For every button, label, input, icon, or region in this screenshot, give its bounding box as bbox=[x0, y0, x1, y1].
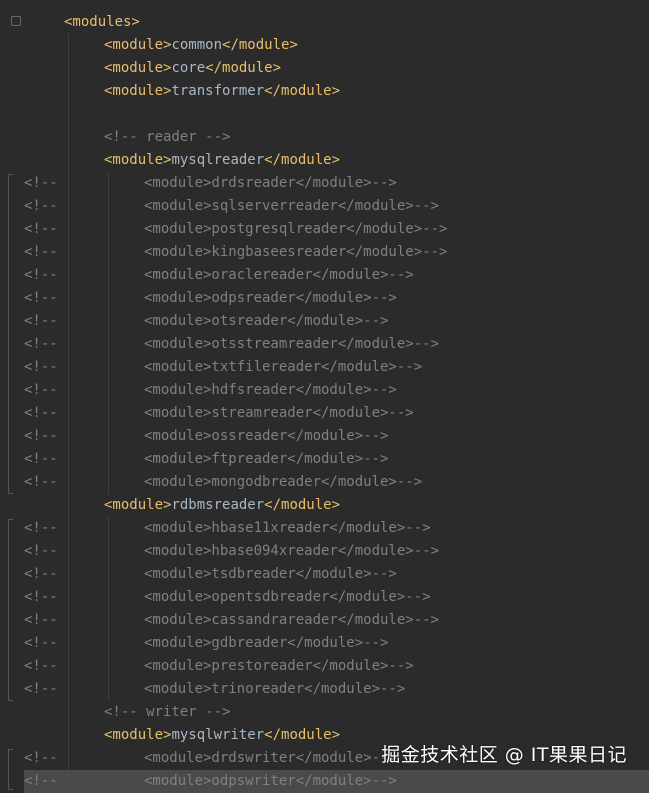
line-comment-prefix: <!-- bbox=[24, 359, 58, 375]
xml-close-tag: </module> bbox=[264, 83, 341, 99]
commented-module: <module>prestoreader</module>--> bbox=[144, 658, 414, 674]
line-comment-prefix: <!-- bbox=[24, 658, 58, 674]
commented-module: <module>drdswriter</module>--> bbox=[144, 750, 397, 766]
fold-bracket-icon[interactable] bbox=[8, 519, 13, 701]
commented-module: <module>trinoreader</module>--> bbox=[144, 681, 406, 697]
commented-module: <module>ftpreader</module>--> bbox=[144, 451, 389, 467]
editor-gutter bbox=[0, 0, 24, 790]
line-comment-prefix: <!-- bbox=[24, 566, 58, 582]
line-comment-prefix: <!-- bbox=[24, 428, 58, 444]
indent-guide bbox=[108, 172, 109, 494]
module-name: mysqlreader bbox=[171, 152, 265, 168]
xml-close-tag: </module> bbox=[264, 727, 341, 743]
module-name: rdbmsreader bbox=[171, 497, 265, 513]
commented-module: <module>kingbaseesreader</module>--> bbox=[144, 244, 448, 260]
xml-open-tag: <module> bbox=[104, 152, 172, 168]
commented-module: <module>hdfsreader</module>--> bbox=[144, 382, 397, 398]
xml-comment: <!-- writer --> bbox=[104, 704, 231, 720]
commented-module: <module>hbase094xreader</module>--> bbox=[144, 543, 440, 559]
xml-close-tag: </module> bbox=[264, 497, 341, 513]
line-comment-prefix: <!-- bbox=[24, 290, 58, 306]
commented-module: <module>streamreader</module>--> bbox=[144, 405, 414, 421]
line-comment-prefix: <!-- bbox=[24, 451, 58, 467]
xml-comment: <!-- reader --> bbox=[104, 129, 231, 145]
line-comment-prefix: <!-- bbox=[24, 175, 58, 191]
commented-module: <module>hbase11xreader</module>--> bbox=[144, 520, 431, 536]
line-comment-prefix: <!-- bbox=[24, 612, 58, 628]
fold-bracket-icon[interactable] bbox=[8, 749, 13, 790]
xml-open-tag: <module> bbox=[104, 83, 172, 99]
line-comment-prefix: <!-- bbox=[24, 681, 58, 697]
commented-module: <module>cassandrareader</module>--> bbox=[144, 612, 440, 628]
xml-open-tag: <module> bbox=[104, 727, 172, 743]
line-comment-prefix: <!-- bbox=[24, 773, 58, 789]
commented-module: <module>mongodbreader</module>--> bbox=[144, 474, 423, 490]
line-comment-prefix: <!-- bbox=[24, 221, 58, 237]
line-comment-prefix: <!-- bbox=[24, 589, 58, 605]
fold-bracket-icon[interactable] bbox=[8, 174, 13, 494]
xml-open-tag: <module> bbox=[104, 60, 172, 76]
line-comment-prefix: <!-- bbox=[24, 405, 58, 421]
commented-module: <module>otsreader</module>--> bbox=[144, 313, 389, 329]
commented-module: <module>opentsdbreader</module>--> bbox=[144, 589, 431, 605]
xml-open-tag: <module> bbox=[104, 497, 172, 513]
module-name: transformer bbox=[171, 83, 265, 99]
xml-close-tag: </module> bbox=[222, 37, 298, 53]
code-editor[interactable]: <modules> <module>common</module> <module>… bbox=[0, 0, 649, 793]
line-comment-prefix: <!-- bbox=[24, 750, 58, 766]
indent-guide bbox=[108, 517, 109, 701]
line-comment-prefix: <!-- bbox=[24, 474, 58, 490]
fold-toggle-icon[interactable] bbox=[11, 16, 21, 26]
module-name: core bbox=[171, 60, 206, 76]
commented-module: <module>postgresqlreader</module>--> bbox=[144, 221, 448, 237]
indent-guide bbox=[68, 34, 69, 788]
watermark-text: 掘金技术社区 @ IT果果日记 bbox=[381, 744, 627, 766]
xml-open-tag: <modules> bbox=[64, 14, 140, 30]
line-comment-prefix: <!-- bbox=[24, 267, 58, 283]
commented-module: <module>ossreader</module>--> bbox=[144, 428, 389, 444]
commented-module: <module>odpsreader</module>--> bbox=[144, 290, 397, 306]
module-name: mysqlwriter bbox=[171, 727, 265, 743]
commented-module: <module>odpswriter</module>--> bbox=[144, 773, 397, 789]
commented-module: <module>drdsreader</module>--> bbox=[144, 175, 397, 191]
line-comment-prefix: <!-- bbox=[24, 313, 58, 329]
line-comment-prefix: <!-- bbox=[24, 543, 58, 559]
xml-close-tag: </module> bbox=[264, 152, 341, 168]
commented-module: <module>oraclereader</module>--> bbox=[144, 267, 414, 283]
line-comment-prefix: <!-- bbox=[24, 244, 58, 260]
commented-module: <module>tsdbreader</module>--> bbox=[144, 566, 397, 582]
module-name: common bbox=[171, 37, 223, 53]
xml-open-tag: <module> bbox=[104, 37, 172, 53]
line-comment-prefix: <!-- bbox=[24, 198, 58, 214]
line-comment-prefix: <!-- bbox=[24, 336, 58, 352]
code-line[interactable]: <!-- <module>odpswriter</module>--> bbox=[24, 770, 649, 793]
commented-module: <module>otsstreamreader</module>--> bbox=[144, 336, 440, 352]
xml-close-tag: </module> bbox=[205, 60, 282, 76]
commented-module: <module>sqlserverreader</module>--> bbox=[144, 198, 440, 214]
line-comment-prefix: <!-- bbox=[24, 520, 58, 536]
line-comment-prefix: <!-- bbox=[24, 382, 58, 398]
commented-module: <module>txtfilereader</module>--> bbox=[144, 359, 423, 375]
commented-module: <module>gdbreader</module>--> bbox=[144, 635, 389, 651]
line-comment-prefix: <!-- bbox=[24, 635, 58, 651]
